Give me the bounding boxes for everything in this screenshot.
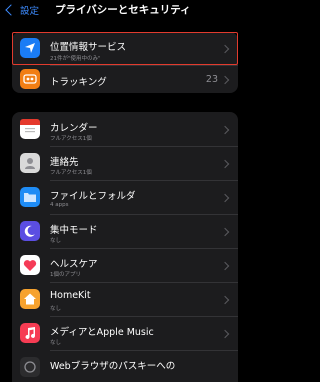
navigation-bar: 設定 プライバシーとセキュリティ — [0, 0, 250, 22]
list-item-sub: 4 apps — [50, 202, 69, 208]
list-item-label: トラッキング — [50, 77, 107, 88]
list-item-focus[interactable]: 集中モード なし — [12, 214, 238, 248]
list-item-sub: フルアクセス1個 — [50, 170, 92, 176]
list-item-label: 集中モード — [50, 225, 98, 236]
chevron-right-icon — [220, 193, 230, 203]
list-item-files[interactable]: ファイルとフォルダ 4 apps — [12, 180, 238, 214]
chevron-right-icon — [220, 44, 230, 54]
apps-group: カレンダー フルアクセス1個 連絡先 フルアクセス1個 ファイルとフォルダ 4 … — [12, 112, 238, 382]
list-item-label: Webブラウザのパスキーへの — [50, 361, 176, 372]
list-item-sub: フルアクセス1個 — [50, 136, 92, 142]
chevron-right-icon — [220, 125, 230, 135]
tracking-count: 23 — [205, 74, 218, 85]
home-icon — [20, 289, 40, 309]
chevron-right-icon — [220, 295, 230, 305]
list-item-homekit[interactable]: HomeKit なし — [12, 282, 238, 316]
list-item-sub: なし — [50, 306, 62, 312]
list-item-sub: なし — [50, 340, 62, 346]
list-item-media[interactable]: メディアとApple Music なし — [12, 316, 238, 350]
list-item-label: メディアとApple Music — [50, 327, 154, 338]
tracking-icon — [20, 69, 40, 89]
back-button-label: 設定 — [20, 6, 40, 17]
list-item-health[interactable]: ヘルスケア 1個のアプリ — [12, 248, 238, 282]
list-item-label: カレンダー — [50, 123, 98, 134]
calendar-icon — [20, 119, 40, 139]
list-item-sub: 1個のアプリ — [50, 272, 81, 278]
list-item-label: ヘルスケア — [50, 259, 98, 270]
page-title: プライバシーとセキュリティ — [55, 4, 191, 16]
list-item-label: ファイルとフォルダ — [50, 191, 136, 202]
chevron-right-icon — [220, 75, 230, 85]
list-item-tracking[interactable]: トラッキング 23 — [12, 66, 238, 93]
list-item-label: HomeKit — [50, 290, 91, 301]
chevron-left-icon — [5, 4, 17, 16]
location-tracking-group: 位置情報サービス 21件が"使用中のみ" トラッキング 23 — [12, 32, 238, 93]
list-item-label: 位置情報サービス — [50, 42, 127, 53]
list-item-location-services[interactable]: 位置情報サービス 21件が"使用中のみ" — [12, 32, 238, 65]
music-icon — [20, 323, 40, 343]
heart-icon — [20, 255, 40, 275]
moon-icon — [20, 221, 40, 241]
list-item-sub: なし — [50, 238, 62, 244]
chevron-right-icon — [220, 227, 230, 237]
chevron-right-icon — [220, 329, 230, 339]
passkey-icon — [20, 357, 40, 377]
folder-icon — [20, 187, 40, 207]
list-item-contacts[interactable]: 連絡先 フルアクセス1個 — [12, 146, 238, 180]
chevron-right-icon — [220, 159, 230, 169]
list-item-calendar[interactable]: カレンダー フルアクセス1個 — [12, 112, 238, 146]
list-item-sub: 21件が"使用中のみ" — [50, 56, 101, 62]
contacts-icon — [20, 153, 40, 173]
location-arrow-icon — [20, 38, 40, 58]
back-button[interactable]: 設定 — [4, 3, 39, 17]
chevron-right-icon — [220, 261, 230, 271]
list-item-passkeys[interactable]: Webブラウザのパスキーへの — [12, 350, 238, 382]
list-item-label: 連絡先 — [50, 157, 79, 168]
